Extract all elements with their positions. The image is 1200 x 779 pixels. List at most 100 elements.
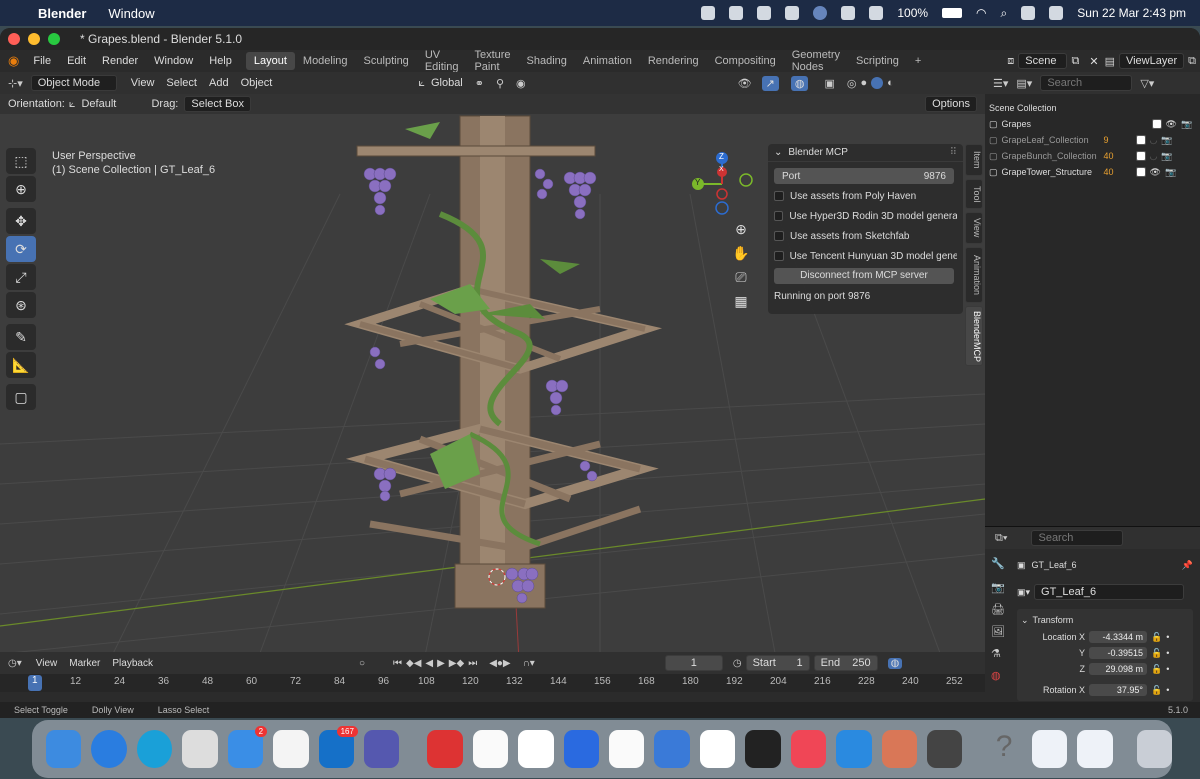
- outliner-search[interactable]: Search: [1040, 75, 1133, 91]
- prev-keyframe-icon[interactable]: ◆◀: [406, 658, 421, 669]
- checkbox-hyper3d[interactable]: [774, 211, 784, 221]
- checkbox-hunyuan[interactable]: [774, 251, 784, 261]
- scale-tool-icon[interactable]: ⤢: [6, 264, 36, 290]
- shading-wire-icon[interactable]: ◎: [847, 77, 857, 90]
- render-camera-icon[interactable]: 📷: [1161, 151, 1172, 162]
- menu-help[interactable]: Help: [201, 55, 240, 67]
- transform-header[interactable]: ⌄ Transform: [1021, 611, 1189, 629]
- viewlayer-copy-icon[interactable]: ⧉: [1184, 55, 1200, 68]
- tab-item[interactable]: Item: [965, 144, 983, 176]
- current-frame-field[interactable]: 1: [664, 655, 723, 671]
- lock-icon[interactable]: 🔓: [1151, 648, 1162, 659]
- transform-tool-icon[interactable]: ⊛: [6, 292, 36, 318]
- lock-icon[interactable]: 🔓: [1151, 632, 1162, 643]
- timeline-menu-playback[interactable]: Playback: [106, 656, 159, 671]
- dock-app-icon-2[interactable]: [563, 730, 600, 768]
- close-button[interactable]: [8, 33, 20, 45]
- battery-percent[interactable]: 100%: [897, 6, 928, 20]
- outliner-item-grapes[interactable]: ▢ Grapes 👁 📷: [985, 116, 1200, 132]
- world-props-icon[interactable]: ◍: [991, 669, 1009, 691]
- minimize-button[interactable]: [28, 33, 40, 45]
- object-datablock-icon[interactable]: ▣▾: [1017, 587, 1030, 598]
- tab-blendermcp[interactable]: BlenderMCP: [965, 306, 983, 366]
- visibility-icon[interactable]: ◡: [1150, 151, 1158, 162]
- battery-icon[interactable]: [942, 8, 963, 18]
- menu-file[interactable]: File: [25, 55, 59, 67]
- recent-window-icon-2[interactable]: [1077, 730, 1113, 768]
- trash-icon[interactable]: [1136, 730, 1173, 768]
- todo-icon[interactable]: [273, 730, 309, 768]
- blender-dock-icon[interactable]: [927, 730, 963, 768]
- tool-props-icon[interactable]: 🔧: [991, 557, 1009, 581]
- pivot-icon[interactable]: ⚭: [469, 77, 490, 90]
- rotation-x-field[interactable]: 37.95°: [1089, 684, 1147, 696]
- navigation-gizmo[interactable]: Z Y X: [688, 150, 756, 218]
- timeline-menu-view[interactable]: View: [30, 656, 64, 671]
- 3d-viewport[interactable]: User Perspective (1) Scene Collection | …: [0, 94, 985, 680]
- status-icon-1[interactable]: [701, 6, 716, 20]
- properties-editor-icon[interactable]: ⧉▾: [995, 532, 1007, 545]
- location-x-field[interactable]: -4.3344 m: [1089, 631, 1147, 643]
- music-icon[interactable]: [790, 730, 827, 768]
- chatgpt-icon[interactable]: [518, 730, 554, 768]
- tab-sculpting[interactable]: Sculpting: [356, 52, 417, 70]
- xray-icon[interactable]: ▣: [824, 77, 834, 90]
- option-hunyuan[interactable]: Use Tencent Hunyuan 3D model gene...: [768, 246, 963, 266]
- safari-icon[interactable]: [91, 730, 127, 768]
- disconnect-button[interactable]: Disconnect from MCP server: [774, 268, 954, 284]
- camera-view-icon[interactable]: ⎚: [730, 266, 752, 288]
- end-frame-field[interactable]: End 250: [813, 655, 878, 671]
- control-center-icon[interactable]: [1021, 6, 1036, 20]
- scene-props-icon[interactable]: ⚗: [991, 647, 1009, 669]
- mode-dropdown[interactable]: Object Mode: [30, 75, 117, 91]
- teams-icon[interactable]: [363, 730, 400, 768]
- port-field[interactable]: Port 9876: [774, 168, 954, 184]
- render-camera-icon[interactable]: 📷: [1165, 167, 1176, 178]
- render-camera-icon[interactable]: 📷: [1181, 119, 1192, 130]
- status-icon-3[interactable]: [757, 6, 772, 20]
- orientation-dropdown[interactable]: Default: [75, 96, 145, 112]
- include-checkbox[interactable]: [1135, 135, 1146, 145]
- keyframe-dot-icon[interactable]: •: [1166, 664, 1169, 674]
- start-frame-field[interactable]: Start 1: [745, 655, 810, 671]
- scene-icon[interactable]: ⧈: [1007, 55, 1014, 68]
- render-props-icon[interactable]: 📷: [991, 581, 1009, 603]
- record-icon[interactable]: ○: [359, 658, 365, 669]
- tab-animation-n[interactable]: Animation: [965, 247, 983, 303]
- option-poly-haven[interactable]: Use assets from Poly Haven: [768, 186, 963, 206]
- tab-modeling[interactable]: Modeling: [295, 52, 356, 70]
- visibility-icon[interactable]: 👁: [1166, 119, 1177, 130]
- snap-icon[interactable]: ⚲: [490, 77, 510, 90]
- shading-material-icon[interactable]: [871, 77, 884, 89]
- include-checkbox[interactable]: [1135, 151, 1146, 161]
- notes-icon[interactable]: [609, 730, 645, 768]
- transform-orientation-icon[interactable]: ⟀: [418, 77, 425, 90]
- siri-icon[interactable]: [1049, 6, 1064, 20]
- timeline-menu-marker[interactable]: Marker: [63, 656, 106, 671]
- outliner-display-icon[interactable]: ▤▾: [1016, 77, 1032, 90]
- proportional-icon[interactable]: ◉: [510, 77, 532, 90]
- help-icon[interactable]: ?: [986, 730, 1021, 768]
- reminders-icon[interactable]: [472, 730, 509, 768]
- menu-add[interactable]: Add: [203, 75, 235, 91]
- auto-key-icon[interactable]: ∩▾: [523, 658, 535, 669]
- keyframe-dot-icon[interactable]: •: [1166, 648, 1169, 658]
- menu-select[interactable]: Select: [160, 75, 203, 91]
- rotate-tool-icon[interactable]: ⟳: [6, 236, 36, 262]
- clock[interactable]: Sun 22 Mar 2:43 pm: [1077, 6, 1186, 20]
- viewlayer-field[interactable]: ViewLayer: [1118, 53, 1185, 69]
- play-reverse-icon[interactable]: ◀: [425, 658, 433, 669]
- tab-shading[interactable]: Shading: [519, 52, 575, 70]
- menu-view[interactable]: View: [125, 75, 161, 91]
- tab-scripting[interactable]: Scripting: [848, 52, 907, 70]
- tab-view[interactable]: View: [965, 212, 983, 244]
- output-props-icon[interactable]: 🖨: [991, 603, 1009, 625]
- jump-start-icon[interactable]: ⏮: [393, 658, 402, 669]
- zoom-button[interactable]: [48, 33, 60, 45]
- keyframe-dot-icon[interactable]: •: [1166, 685, 1169, 695]
- roblox-icon[interactable]: [699, 730, 736, 768]
- clock-icon[interactable]: ◷: [733, 658, 742, 669]
- blender-logo-icon[interactable]: ◉: [0, 53, 25, 69]
- keyframe-dot-icon[interactable]: •: [1166, 632, 1169, 642]
- finder-icon[interactable]: [46, 730, 82, 768]
